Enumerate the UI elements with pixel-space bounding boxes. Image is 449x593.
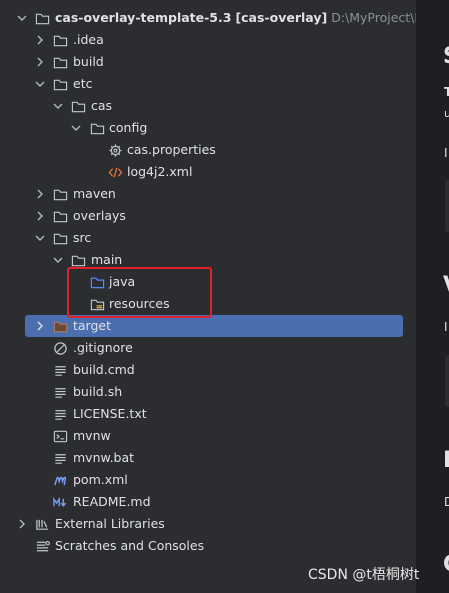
folder-icon bbox=[52, 230, 68, 246]
tree-row-scratches[interactable]: Scratches and Consoles bbox=[10, 535, 416, 557]
chevron-down-icon[interactable] bbox=[16, 7, 28, 29]
project-path: D:\MyProject\MyC bbox=[331, 10, 416, 25]
project-tree: cas-overlay-template-5.3 [cas-overlay] D… bbox=[10, 0, 416, 593]
right-panel-text: S bbox=[443, 44, 449, 69]
text-file-icon bbox=[52, 406, 68, 422]
tree-row-external-libraries[interactable]: External Libraries bbox=[10, 513, 416, 535]
chevron-down-icon[interactable] bbox=[52, 95, 64, 117]
tree-row-cas[interactable]: cas bbox=[10, 95, 416, 117]
right-panel-text: D bbox=[444, 495, 449, 509]
scratches-icon bbox=[34, 538, 50, 554]
tree-label: mvnw bbox=[73, 428, 111, 443]
tree-label: build.sh bbox=[73, 384, 123, 399]
xml-file-icon bbox=[107, 164, 123, 180]
tree-label: README.md bbox=[73, 494, 151, 509]
tree-label: Scratches and Consoles bbox=[55, 538, 205, 553]
tree-label: etc bbox=[73, 76, 93, 91]
tree-row-log4j2[interactable]: log4j2.xml bbox=[10, 161, 416, 183]
folder-icon bbox=[52, 32, 68, 48]
tree-row-src[interactable]: src bbox=[10, 227, 416, 249]
library-icon bbox=[34, 516, 50, 532]
tree-label: maven bbox=[73, 186, 116, 201]
tree-label: .gitignore bbox=[73, 340, 133, 355]
gear-icon bbox=[107, 142, 123, 158]
chevron-down-icon[interactable] bbox=[34, 227, 46, 249]
text-file-icon bbox=[52, 362, 68, 378]
right-panel-field[interactable] bbox=[445, 180, 449, 232]
highlight-box bbox=[67, 267, 212, 318]
folder-icon bbox=[52, 54, 68, 70]
chevron-right-icon[interactable] bbox=[34, 29, 46, 51]
tree-label: config bbox=[109, 120, 148, 135]
tree-label: build bbox=[73, 54, 104, 69]
folder-icon bbox=[52, 76, 68, 92]
tree-label: LICENSE.txt bbox=[73, 406, 147, 421]
tree-label: log4j2.xml bbox=[127, 164, 193, 179]
folder-icon bbox=[34, 10, 50, 26]
tree-row-readme[interactable]: README.md bbox=[10, 491, 416, 513]
tree-label: cas.properties bbox=[127, 142, 216, 157]
tree-label: src bbox=[73, 230, 92, 245]
tree-row-maven[interactable]: maven bbox=[10, 183, 416, 205]
right-panel-text: I bbox=[443, 448, 449, 473]
tree-row-root[interactable]: cas-overlay-template-5.3 [cas-overlay] D… bbox=[10, 7, 416, 29]
tree-row-mvnw-bat[interactable]: mvnw.bat bbox=[10, 447, 416, 469]
tree-row-pom[interactable]: pom.xml bbox=[10, 469, 416, 491]
tree-label: mvnw.bat bbox=[73, 450, 135, 465]
right-panel-field[interactable] bbox=[445, 355, 449, 407]
tree-row-build-sh[interactable]: build.sh bbox=[10, 381, 416, 403]
chevron-down-icon[interactable] bbox=[52, 249, 64, 271]
chevron-down-icon[interactable] bbox=[34, 73, 46, 95]
folder-icon bbox=[89, 120, 105, 136]
markdown-icon bbox=[52, 494, 68, 510]
module-name: [cas-overlay] bbox=[235, 10, 328, 25]
folder-icon bbox=[70, 252, 86, 268]
chevron-right-icon[interactable] bbox=[34, 183, 46, 205]
tree-row-mvnw[interactable]: mvnw bbox=[10, 425, 416, 447]
chevron-right-icon[interactable] bbox=[16, 513, 28, 535]
shell-script-icon bbox=[52, 428, 68, 444]
tree-row-cas-properties[interactable]: cas.properties bbox=[10, 139, 416, 161]
excluded-folder-icon bbox=[52, 318, 68, 334]
text-file-icon bbox=[52, 450, 68, 466]
right-panel-text: T bbox=[444, 85, 449, 99]
tree-label: build.cmd bbox=[73, 362, 135, 377]
tree-label: cas bbox=[91, 98, 113, 113]
tree-row-config[interactable]: config bbox=[10, 117, 416, 139]
chevron-right-icon[interactable] bbox=[34, 51, 46, 73]
folder-icon bbox=[70, 98, 86, 114]
right-panel-text: I bbox=[444, 146, 448, 160]
project-root-name: cas-overlay-template-5.3 bbox=[55, 10, 232, 25]
chevron-down-icon[interactable] bbox=[70, 117, 82, 139]
text-file-icon bbox=[52, 384, 68, 400]
maven-icon bbox=[52, 472, 68, 488]
tree-label: pom.xml bbox=[73, 472, 128, 487]
tree-label: overlays bbox=[73, 208, 126, 223]
tree-row-license[interactable]: LICENSE.txt bbox=[10, 403, 416, 425]
chevron-right-icon[interactable] bbox=[34, 315, 46, 337]
tree-label: External Libraries bbox=[55, 516, 165, 531]
right-panel-text: V bbox=[443, 273, 449, 298]
watermark: CSDN @t梧桐树t bbox=[308, 567, 420, 583]
right-panel: S T u I V I I D C bbox=[417, 0, 449, 593]
tree-row-build-cmd[interactable]: build.cmd bbox=[10, 359, 416, 381]
tree-row-build[interactable]: build bbox=[10, 51, 416, 73]
tree-label: target bbox=[73, 318, 112, 333]
ignore-file-icon bbox=[52, 340, 68, 356]
tree-row-etc[interactable]: etc bbox=[10, 73, 416, 95]
right-panel-text: C bbox=[443, 552, 449, 577]
tree-row-target[interactable]: target bbox=[10, 315, 416, 337]
folder-icon bbox=[52, 208, 68, 224]
tree-row-gitignore[interactable]: .gitignore bbox=[10, 337, 416, 359]
tree-row-overlays[interactable]: overlays bbox=[10, 205, 416, 227]
tree-label: .idea bbox=[73, 32, 104, 47]
tree-row-idea[interactable]: .idea bbox=[10, 29, 416, 51]
chevron-right-icon[interactable] bbox=[34, 205, 46, 227]
folder-icon bbox=[52, 186, 68, 202]
right-panel-text: u bbox=[444, 107, 449, 120]
right-panel-text: I bbox=[444, 320, 448, 334]
